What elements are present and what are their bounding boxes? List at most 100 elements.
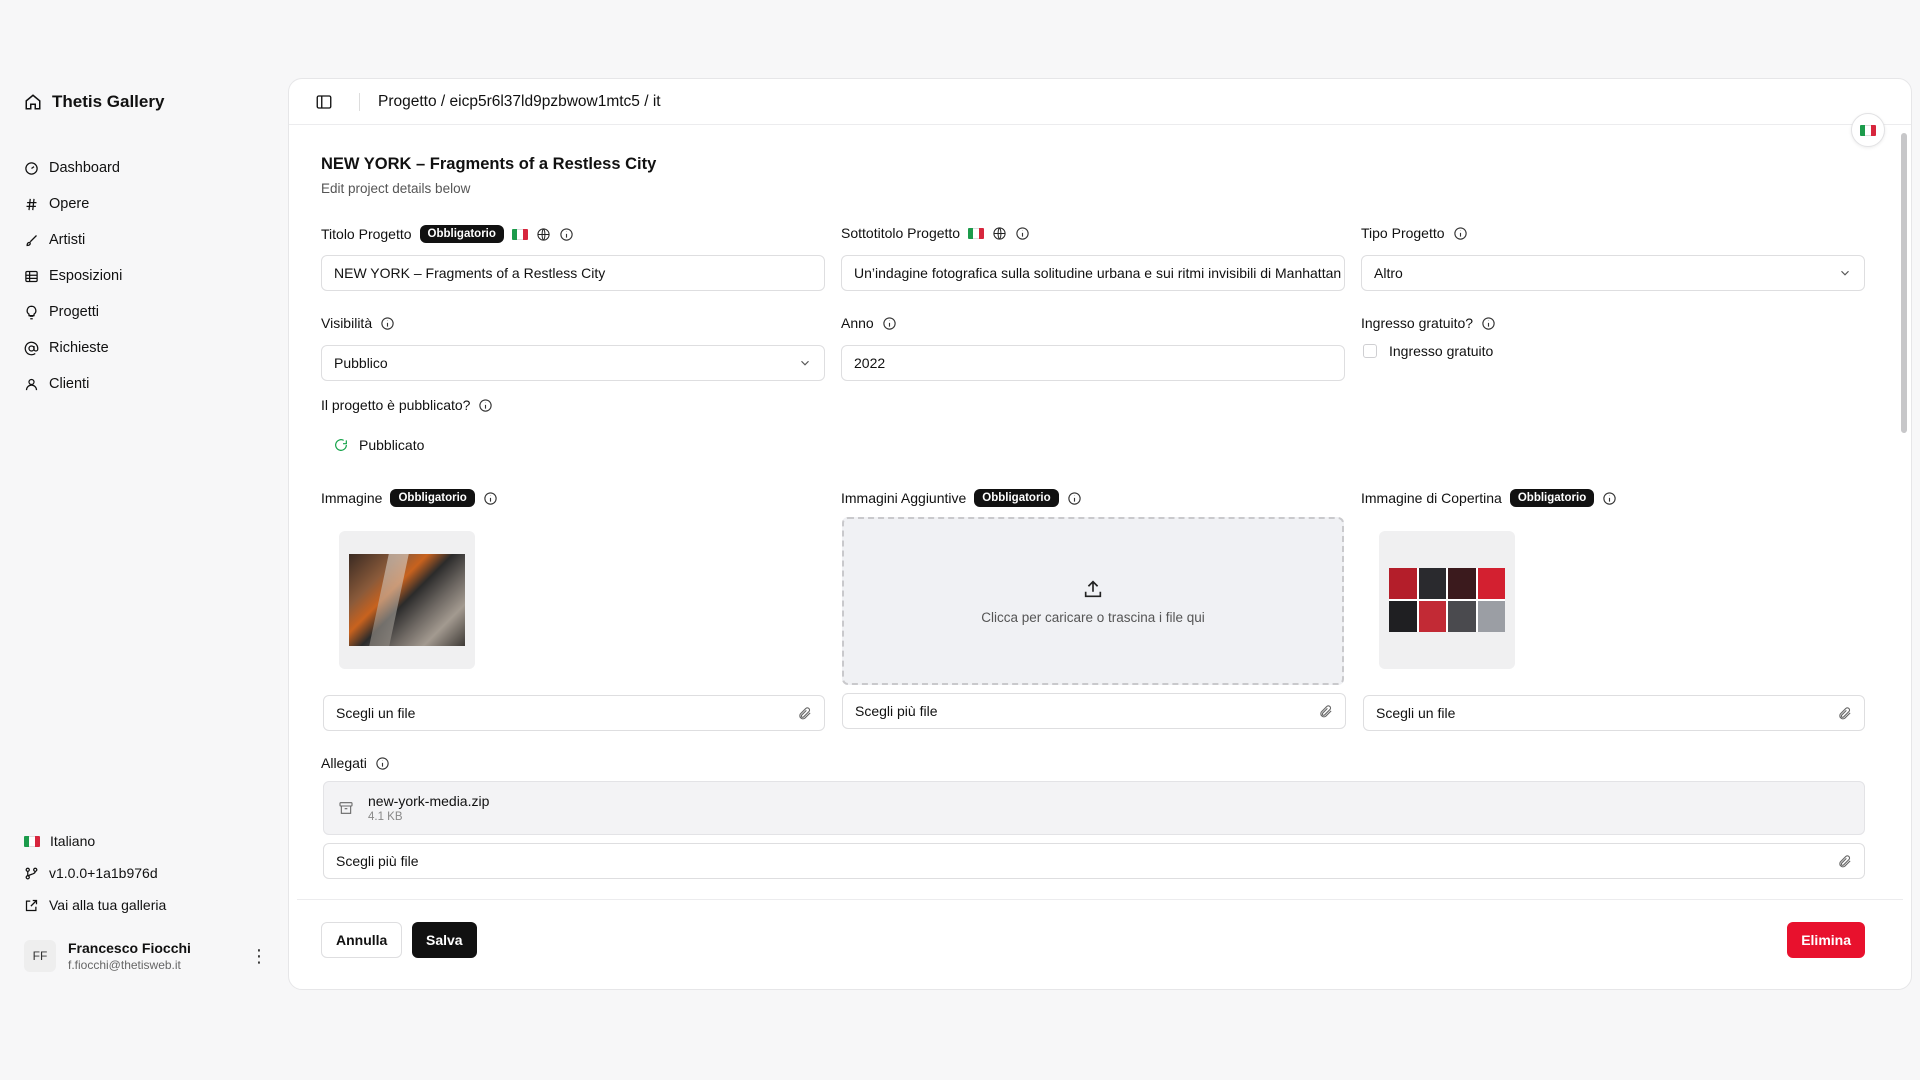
attachment-size: 4.1 KB (368, 811, 403, 823)
attachment-item[interactable]: new-york-media.zip 4.1 KB (323, 781, 1865, 835)
info-icon[interactable] (380, 316, 395, 331)
delete-button[interactable]: Elimina (1787, 922, 1865, 958)
required-badge: Obbligatorio (419, 225, 504, 243)
info-icon[interactable] (375, 756, 390, 771)
more-vertical-icon[interactable]: ⋮ (250, 947, 268, 965)
published-label: Il progetto è pubblicato? (321, 397, 493, 413)
year-input[interactable]: 2022 (841, 345, 1345, 381)
grid-icon (25, 270, 38, 282)
translate-globe-icon[interactable] (536, 227, 551, 242)
sidebar-item-label: Dashboard (49, 160, 120, 176)
sidebar-item-progetti[interactable]: Progetti (24, 294, 122, 330)
free-entry-checkbox[interactable] (1363, 344, 1377, 358)
italy-flag-icon (1860, 124, 1876, 136)
year-label: Anno (841, 315, 897, 331)
sidebar-item-dashboard[interactable]: Dashboard (24, 150, 122, 186)
divider (297, 899, 1903, 900)
cover-image-thumbnail (1389, 568, 1505, 632)
sidebar-nav: Dashboard Opere Artisti Esposizioni Prog… (24, 150, 122, 402)
cover-image-file-input[interactable]: Scegli un file (1363, 695, 1865, 731)
version-info: v1.0.0+1a1b976d (24, 857, 166, 889)
published-status[interactable]: Pubblicato (333, 437, 424, 453)
image-preview[interactable] (339, 531, 475, 669)
paperclip-icon (799, 706, 811, 719)
additional-images-file-input[interactable]: Scegli più file (842, 693, 1346, 729)
info-icon[interactable] (1015, 226, 1030, 241)
sidebar-item-opere[interactable]: Opere (24, 186, 122, 222)
cover-image-preview[interactable] (1379, 531, 1515, 669)
info-icon[interactable] (1067, 491, 1082, 506)
info-icon[interactable] (882, 316, 897, 331)
info-icon[interactable] (1602, 491, 1617, 506)
sidebar-footer: Italiano v1.0.0+1a1b976d Vai alla tua ga… (24, 825, 166, 921)
divider (359, 92, 360, 111)
save-button[interactable]: Salva (412, 922, 477, 958)
status-label: Pubblicato (359, 437, 425, 453)
brush-icon (26, 234, 37, 246)
info-icon[interactable] (559, 227, 574, 242)
language-selector[interactable]: Italiano (24, 825, 166, 857)
at-icon (24, 341, 39, 355)
sidebar-toggle-icon[interactable] (315, 93, 333, 111)
file-input-label: Scegli un file (1376, 705, 1456, 721)
label-text: Tipo Progetto (1361, 225, 1445, 241)
project-type-select[interactable]: Altro (1361, 255, 1865, 291)
info-icon[interactable] (478, 398, 493, 413)
required-badge: Obbligatorio (390, 489, 475, 507)
attachments-label: Allegati (321, 755, 390, 771)
italy-flag-icon (24, 835, 40, 847)
avatar: FF (24, 940, 56, 972)
free-entry-label: Ingresso gratuito? (1361, 315, 1496, 331)
scrollbar-thumb[interactable] (1901, 133, 1907, 433)
cover-image-label: Immagine di Copertina Obbligatorio (1361, 489, 1617, 507)
sidebar-item-clienti[interactable]: Clienti (24, 366, 122, 402)
brand[interactable]: Thetis Gallery (24, 92, 164, 112)
label-text: Immagine (321, 490, 383, 506)
sidebar-item-label: Opere (49, 196, 90, 212)
sidebar-item-label: Esposizioni (49, 268, 123, 284)
sidebar-item-label: Progetti (49, 304, 99, 320)
sidebar-item-artisti[interactable]: Artisti (24, 222, 122, 258)
hash-icon (26, 198, 37, 210)
label-text: Il progetto è pubblicato? (321, 397, 471, 413)
app-name: Thetis Gallery (52, 92, 165, 111)
gallery-link[interactable]: Vai alla tua galleria (24, 889, 166, 921)
published-status-icon (335, 439, 347, 451)
file-input-label: Scegli più file (855, 703, 938, 719)
additional-images-dropzone[interactable]: Clicca per caricare o trascina i file qu… (842, 517, 1344, 685)
paperclip-icon (1839, 854, 1851, 867)
user-menu[interactable]: FF Francesco Fiocchi f.fiocchi@thetisweb… (24, 940, 268, 972)
cancel-button[interactable]: Annulla (321, 922, 403, 958)
image-label: Immagine Obbligatorio (321, 489, 498, 507)
info-icon[interactable] (1453, 226, 1468, 241)
image-thumbnail (349, 554, 465, 646)
label-text: Immagini Aggiuntive (841, 490, 967, 506)
additional-images-label: Immagini Aggiuntive Obbligatorio (841, 489, 1082, 507)
required-badge: Obbligatorio (1509, 489, 1595, 507)
translate-globe-icon[interactable] (992, 226, 1007, 241)
chevron-down-icon (1841, 270, 1849, 276)
project-subtitle-input[interactable]: Un’indagine fotografica sulla solitudine… (841, 255, 1345, 291)
free-entry-checkbox-row[interactable]: Ingresso gratuito (1363, 343, 1493, 359)
select-value: Pubblico (334, 355, 388, 371)
image-file-input[interactable]: Scegli un file (323, 695, 825, 731)
sidebar: Thetis Gallery Dashboard Opere Artisti E… (0, 0, 288, 1080)
info-icon[interactable] (1481, 316, 1496, 331)
external-link-icon (25, 899, 38, 911)
attachments-file-input[interactable]: Scegli più file (323, 843, 1865, 879)
label-text: Visibilità (321, 315, 373, 331)
project-title-input[interactable]: NEW YORK – Fragments of a Restless City (321, 255, 825, 291)
info-icon[interactable] (483, 491, 498, 506)
user-name: Francesco Fiocchi (68, 940, 191, 956)
sidebar-item-richieste[interactable]: Richieste (24, 330, 122, 366)
archive-icon (339, 802, 353, 814)
label-text: Titolo Progetto (321, 226, 412, 242)
chevron-down-icon (801, 360, 809, 366)
upload-icon (1084, 579, 1102, 597)
sidebar-item-esposizioni[interactable]: Esposizioni (24, 258, 122, 294)
scrollbar[interactable] (1901, 125, 1907, 985)
sidebar-item-label: Richieste (49, 340, 109, 356)
select-value: Altro (1374, 265, 1403, 281)
visibility-select[interactable]: Pubblico (321, 345, 825, 381)
language-switch-button[interactable] (1851, 113, 1885, 147)
